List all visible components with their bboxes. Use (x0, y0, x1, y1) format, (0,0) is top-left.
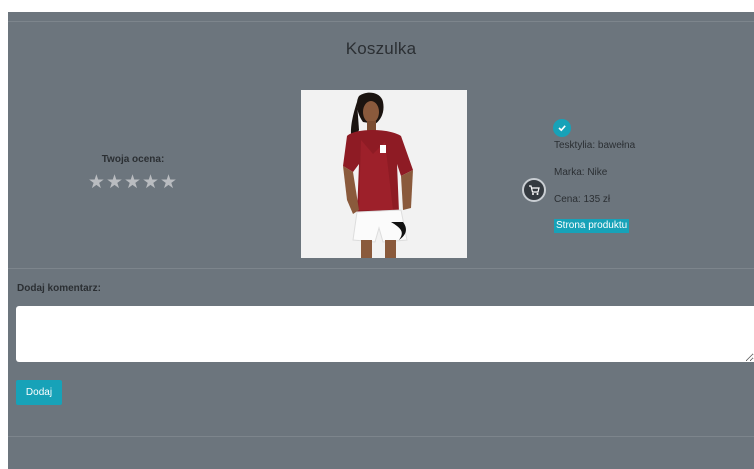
product-page-link[interactable]: Strona produktu (554, 219, 630, 233)
check-circle-icon (553, 119, 571, 137)
bottom-divider (8, 436, 754, 437)
product-image (301, 90, 467, 258)
product-material: Tesktylia: bawełna (554, 140, 636, 151)
top-divider (8, 21, 754, 22)
comment-label: Dodaj komentarz: (17, 283, 101, 294)
product-title: Koszulka (345, 39, 417, 58)
rating-block: Twoja ocena: ★★★★★ (68, 154, 198, 194)
section-divider (8, 268, 754, 269)
product-brand: Marka: Nike (554, 167, 608, 178)
add-comment-button[interactable]: Dodaj (16, 380, 62, 405)
cart-icon (529, 185, 540, 195)
product-price: Cena: 135 zł (554, 194, 611, 205)
product-card: Koszulka Twoja ocena: ★★★★★ Tesktylia: b… (8, 12, 754, 469)
comment-input[interactable] (16, 306, 754, 362)
rating-label: Twoja ocena: (101, 154, 165, 165)
add-to-cart-button[interactable] (522, 178, 546, 202)
star-rating[interactable]: ★★★★★ (68, 171, 198, 194)
